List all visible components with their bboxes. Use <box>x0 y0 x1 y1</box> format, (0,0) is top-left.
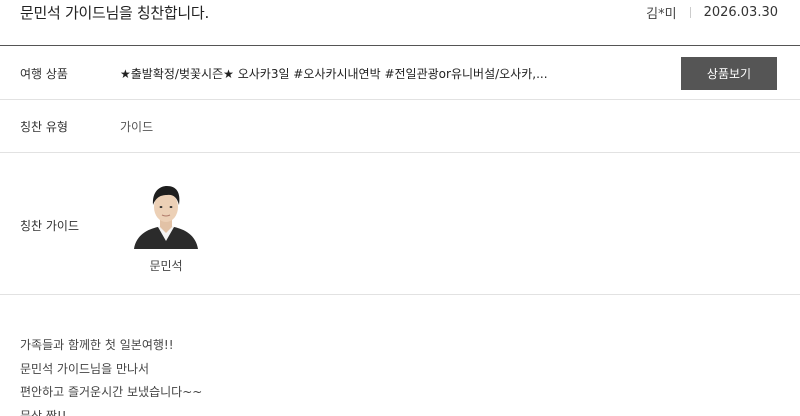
review-line: 문민석 가이드님을 만나서 <box>20 361 150 376</box>
guide-name: 문민석 <box>149 259 183 273</box>
meta-divider <box>689 7 691 18</box>
praise-guide-label: 칭찬 가이드 <box>20 219 80 233</box>
view-product-button[interactable]: 상품보기 <box>681 57 777 90</box>
product-label: 여행 상품 <box>20 67 68 81</box>
review-line: 문상 짱!! <box>20 408 67 416</box>
praise-type-value: 가이드 <box>120 120 154 134</box>
product-row: 여행 상품 ★출발확정/벚꽃시즌★ 오사카3일 #오사카시내연박 #전일관광or… <box>0 46 800 100</box>
post-header: 문민석 가이드님을 칭찬합니다. 김*미 2026.03.30 <box>0 0 800 46</box>
praise-type-label: 칭찬 유형 <box>20 120 68 134</box>
praise-type-row: 칭찬 유형 가이드 <box>0 100 800 153</box>
review-body: 가족들과 함께한 첫 일본여행!! 문민석 가이드님을 만나서 편안하고 즐거운… <box>20 334 202 416</box>
review-line: 가족들과 함께한 첫 일본여행!! <box>20 338 174 352</box>
post-meta: 김*미 2026.03.30 <box>646 3 778 22</box>
review-line: 편안하고 즐거운시간 보냈습니다~~ <box>20 385 203 399</box>
guide-avatar <box>134 186 198 249</box>
praise-guide-row: 칭찬 가이드 문민석 <box>0 153 800 295</box>
author-name: 김*미 <box>646 7 677 22</box>
product-name: ★출발확정/벚꽃시즌★ 오사카3일 #오사카시내연박 #전일관광or유니버설/오… <box>120 67 548 81</box>
guide-card[interactable]: 문민석 <box>130 181 202 274</box>
post-date: 2026.03.30 <box>703 5 778 20</box>
post-title: 문민석 가이드님을 칭찬합니다. <box>20 4 209 22</box>
